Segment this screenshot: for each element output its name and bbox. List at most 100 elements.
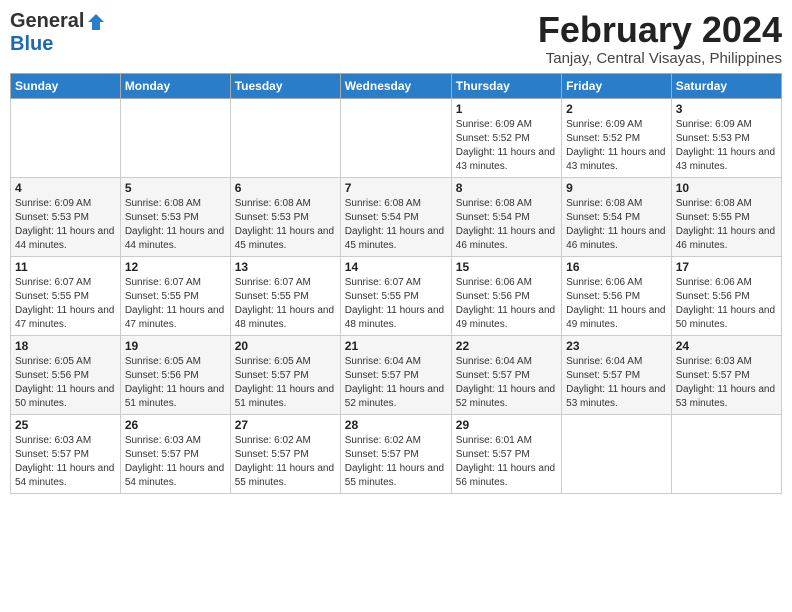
day-info: Sunrise: 6:06 AMSunset: 5:56 PMDaylight:… xyxy=(456,276,557,332)
page-header: General Blue February 2024 Tanjay, Centr… xyxy=(10,10,782,67)
day-info: Sunrise: 6:07 AMSunset: 5:55 PMDaylight:… xyxy=(345,276,447,332)
calendar-cell: 29 Sunrise: 6:01 AMSunset: 5:57 PMDayligh… xyxy=(451,414,561,493)
day-number: 15 xyxy=(456,260,557,274)
calendar-cell: 2 Sunrise: 6:09 AMSunset: 5:52 PMDaylight… xyxy=(562,98,672,177)
day-number: 8 xyxy=(456,181,557,195)
calendar-cell: 25 Sunrise: 6:03 AMSunset: 5:57 PMDayligh… xyxy=(11,414,121,493)
day-number: 10 xyxy=(676,181,777,195)
calendar-header-sunday: Sunday xyxy=(11,73,121,98)
day-number: 20 xyxy=(235,339,336,353)
day-info: Sunrise: 6:02 AMSunset: 5:57 PMDaylight:… xyxy=(345,434,447,490)
day-number: 2 xyxy=(566,102,667,116)
logo-blue-text: Blue xyxy=(10,33,53,55)
calendar-week-row: 1Sunrise: 6:09 AMSunset: 5:52 PMDaylight… xyxy=(11,98,782,177)
location-title: Tanjay, Central Visayas, Philippines xyxy=(538,50,782,67)
day-info: Sunrise: 6:08 AMSunset: 5:53 PMDaylight:… xyxy=(125,197,226,253)
day-number: 17 xyxy=(676,260,777,274)
day-number: 16 xyxy=(566,260,667,274)
calendar-cell: 14 Sunrise: 6:07 AMSunset: 5:55 PMDayligh… xyxy=(340,256,451,335)
calendar-week-row: 25 Sunrise: 6:03 AMSunset: 5:57 PMDayligh… xyxy=(11,414,782,493)
title-area: February 2024 Tanjay, Central Visayas, P… xyxy=(538,10,782,67)
day-number: 22 xyxy=(456,339,557,353)
day-info: Sunrise: 6:07 AMSunset: 5:55 PMDaylight:… xyxy=(125,276,226,332)
day-info: Sunrise: 6:09 AMSunset: 5:52 PMDaylight:… xyxy=(456,118,557,174)
calendar-cell: 1Sunrise: 6:09 AMSunset: 5:52 PMDaylight… xyxy=(451,98,561,177)
calendar-week-row: 11Sunrise: 6:07 AMSunset: 5:55 PMDayligh… xyxy=(11,256,782,335)
calendar-cell: 28 Sunrise: 6:02 AMSunset: 5:57 PMDayligh… xyxy=(340,414,451,493)
day-number: 23 xyxy=(566,339,667,353)
calendar-header-tuesday: Tuesday xyxy=(230,73,340,98)
calendar-header-wednesday: Wednesday xyxy=(340,73,451,98)
day-number: 7 xyxy=(345,181,447,195)
calendar-cell: 23 Sunrise: 6:04 AMSunset: 5:57 PMDayligh… xyxy=(562,335,672,414)
day-info: Sunrise: 6:09 AMSunset: 5:53 PMDaylight:… xyxy=(676,118,777,174)
day-number: 29 xyxy=(456,418,557,432)
day-info: Sunrise: 6:08 AMSunset: 5:53 PMDaylight:… xyxy=(235,197,336,253)
calendar-cell xyxy=(562,414,672,493)
day-info: Sunrise: 6:07 AMSunset: 5:55 PMDaylight:… xyxy=(235,276,336,332)
calendar-header-monday: Monday xyxy=(120,73,230,98)
day-number: 14 xyxy=(345,260,447,274)
day-number: 27 xyxy=(235,418,336,432)
calendar-cell: 19 Sunrise: 6:05 AMSunset: 5:56 PMDayligh… xyxy=(120,335,230,414)
calendar-header-friday: Friday xyxy=(562,73,672,98)
day-number: 28 xyxy=(345,418,447,432)
day-info: Sunrise: 6:06 AMSunset: 5:56 PMDaylight:… xyxy=(566,276,667,332)
day-info: Sunrise: 6:04 AMSunset: 5:57 PMDaylight:… xyxy=(345,355,447,411)
logo-general-text: General xyxy=(10,10,84,33)
calendar-cell: 24 Sunrise: 6:03 AMSunset: 5:57 PMDayligh… xyxy=(671,335,781,414)
day-info: Sunrise: 6:04 AMSunset: 5:57 PMDaylight:… xyxy=(566,355,667,411)
calendar-cell: 26 Sunrise: 6:03 AMSunset: 5:57 PMDayligh… xyxy=(120,414,230,493)
day-info: Sunrise: 6:03 AMSunset: 5:57 PMDaylight:… xyxy=(15,434,116,490)
logo: General Blue xyxy=(10,10,106,56)
calendar-cell xyxy=(340,98,451,177)
day-info: Sunrise: 6:08 AMSunset: 5:54 PMDaylight:… xyxy=(456,197,557,253)
day-info: Sunrise: 6:09 AMSunset: 5:53 PMDaylight:… xyxy=(15,197,116,253)
calendar-cell: 10Sunrise: 6:08 AMSunset: 5:55 PMDayligh… xyxy=(671,177,781,256)
calendar-cell: 21Sunrise: 6:04 AMSunset: 5:57 PMDayligh… xyxy=(340,335,451,414)
day-number: 4 xyxy=(15,181,116,195)
day-number: 9 xyxy=(566,181,667,195)
calendar-cell: 7Sunrise: 6:08 AMSunset: 5:54 PMDaylight… xyxy=(340,177,451,256)
day-number: 5 xyxy=(125,181,226,195)
day-number: 24 xyxy=(676,339,777,353)
day-info: Sunrise: 6:05 AMSunset: 5:56 PMDaylight:… xyxy=(125,355,226,411)
day-number: 19 xyxy=(125,339,226,353)
day-info: Sunrise: 6:08 AMSunset: 5:54 PMDaylight:… xyxy=(566,197,667,253)
day-number: 25 xyxy=(15,418,116,432)
day-info: Sunrise: 6:03 AMSunset: 5:57 PMDaylight:… xyxy=(676,355,777,411)
calendar-cell xyxy=(671,414,781,493)
calendar-cell: 11Sunrise: 6:07 AMSunset: 5:55 PMDayligh… xyxy=(11,256,121,335)
calendar-cell xyxy=(11,98,121,177)
logo-icon xyxy=(86,12,106,32)
day-info: Sunrise: 6:09 AMSunset: 5:52 PMDaylight:… xyxy=(566,118,667,174)
calendar-header-saturday: Saturday xyxy=(671,73,781,98)
day-info: Sunrise: 6:06 AMSunset: 5:56 PMDaylight:… xyxy=(676,276,777,332)
calendar-cell: 15 Sunrise: 6:06 AMSunset: 5:56 PMDayligh… xyxy=(451,256,561,335)
day-number: 26 xyxy=(125,418,226,432)
day-info: Sunrise: 6:05 AMSunset: 5:57 PMDaylight:… xyxy=(235,355,336,411)
month-title: February 2024 xyxy=(538,10,782,50)
day-number: 12 xyxy=(125,260,226,274)
day-info: Sunrise: 6:01 AMSunset: 5:57 PMDaylight:… xyxy=(456,434,557,490)
calendar-header-thursday: Thursday xyxy=(451,73,561,98)
day-info: Sunrise: 6:03 AMSunset: 5:57 PMDaylight:… xyxy=(125,434,226,490)
day-info: Sunrise: 6:07 AMSunset: 5:55 PMDaylight:… xyxy=(15,276,116,332)
calendar-cell: 5 Sunrise: 6:08 AMSunset: 5:53 PMDaylight… xyxy=(120,177,230,256)
calendar-cell: 12 Sunrise: 6:07 AMSunset: 5:55 PMDayligh… xyxy=(120,256,230,335)
day-number: 3 xyxy=(676,102,777,116)
calendar-cell: 4 Sunrise: 6:09 AMSunset: 5:53 PMDaylight… xyxy=(11,177,121,256)
calendar-cell xyxy=(120,98,230,177)
day-number: 6 xyxy=(235,181,336,195)
calendar-cell: 6 Sunrise: 6:08 AMSunset: 5:53 PMDaylight… xyxy=(230,177,340,256)
calendar-cell: 8 Sunrise: 6:08 AMSunset: 5:54 PMDaylight… xyxy=(451,177,561,256)
calendar-week-row: 18 Sunrise: 6:05 AMSunset: 5:56 PMDayligh… xyxy=(11,335,782,414)
day-number: 18 xyxy=(15,339,116,353)
calendar-header-row: SundayMondayTuesdayWednesdayThursdayFrid… xyxy=(11,73,782,98)
day-info: Sunrise: 6:04 AMSunset: 5:57 PMDaylight:… xyxy=(456,355,557,411)
calendar-table: SundayMondayTuesdayWednesdayThursdayFrid… xyxy=(10,73,782,494)
calendar-cell xyxy=(230,98,340,177)
calendar-cell: 17 Sunrise: 6:06 AMSunset: 5:56 PMDayligh… xyxy=(671,256,781,335)
calendar-cell: 20 Sunrise: 6:05 AMSunset: 5:57 PMDayligh… xyxy=(230,335,340,414)
calendar-cell: 16 Sunrise: 6:06 AMSunset: 5:56 PMDayligh… xyxy=(562,256,672,335)
